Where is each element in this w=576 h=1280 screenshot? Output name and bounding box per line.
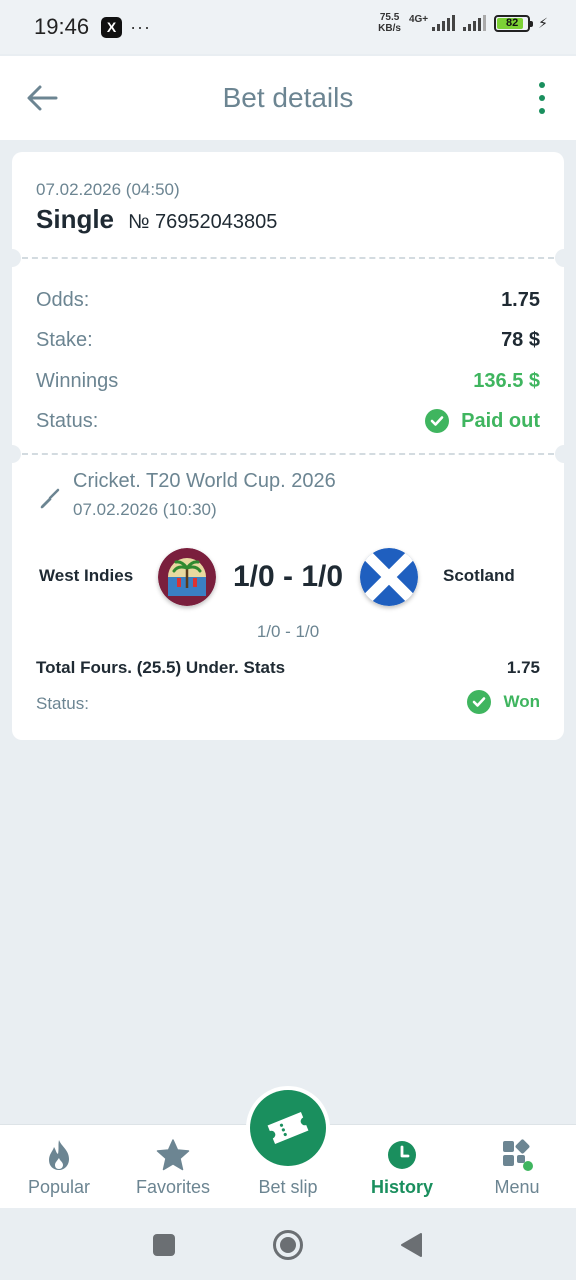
bet-slip-button[interactable] xyxy=(250,1090,326,1166)
back-button[interactable] xyxy=(24,80,60,116)
nav-popular[interactable]: Popular xyxy=(18,1125,100,1209)
status-bar: 19:46 X ··· 75.5 KB/s 4G+ 82 ⚡ xyxy=(0,0,576,54)
west-indies-logo xyxy=(158,548,216,606)
event-title: Cricket. T20 World Cup. 2026 xyxy=(73,470,336,492)
network-type: 4G+ xyxy=(408,13,429,25)
nav-menu-label: Menu xyxy=(494,1177,540,1197)
nav-history[interactable]: History xyxy=(364,1125,440,1209)
nav-bet-slip-label: Bet slip xyxy=(258,1177,318,1197)
page-title: Bet details xyxy=(222,82,354,113)
bet-status-value: Paid out xyxy=(461,409,540,432)
odds-value: 1.75 xyxy=(501,288,540,311)
event-status: Won xyxy=(467,690,540,714)
bet-summary-section: Odds: 1.75 Stake: 78 $ Winnings 136.5 $ … xyxy=(12,258,564,454)
bet-status-label: Status: xyxy=(36,409,99,432)
bet-card: 07.02.2026 (04:50) Single № 76952043805 … xyxy=(3,152,573,740)
nav-history-label: History xyxy=(370,1177,433,1197)
event-date: 07.02.2026 (10:30) xyxy=(73,500,217,519)
clock-icon xyxy=(387,1137,417,1173)
score-detail: 1/0 - 1/0 xyxy=(256,622,320,641)
home-circle-icon xyxy=(273,1230,303,1260)
match-score: 1/0 - 1/0 xyxy=(232,560,344,593)
event-section: Cricket. T20 World Cup. 2026 07.02.2026 … xyxy=(12,454,564,740)
more-options-button[interactable] xyxy=(534,82,550,114)
network-speed: 75.5 KB/s xyxy=(378,12,401,34)
nav-favorites[interactable]: Favorites xyxy=(134,1125,212,1209)
square-icon xyxy=(153,1234,175,1256)
ticket-icon xyxy=(267,1111,309,1145)
stake-value: 78 $ xyxy=(501,328,540,351)
nav-popular-label: Popular xyxy=(27,1177,91,1197)
x-app-icon: X xyxy=(101,16,123,38)
system-navigation-bar xyxy=(0,1208,576,1280)
check-circle-icon xyxy=(467,690,492,714)
team2-name: Scotland xyxy=(443,566,515,585)
nav-menu[interactable]: Menu xyxy=(482,1125,552,1209)
team1-name: West Indies xyxy=(39,566,134,585)
market-name: Total Fours. (25.5) Under. Stats xyxy=(36,658,286,677)
arrow-left-icon xyxy=(27,85,58,111)
home-button[interactable] xyxy=(271,1228,305,1262)
bet-header-section: 07.02.2026 (04:50) Single № 76952043805 xyxy=(12,152,564,258)
recent-apps-button[interactable] xyxy=(147,1228,181,1262)
odds-label: Odds: xyxy=(36,288,90,311)
signal-icon xyxy=(432,15,456,31)
event-status-value: Won xyxy=(503,692,540,711)
cricket-bat-icon xyxy=(38,488,60,515)
stake-label: Stake: xyxy=(36,328,93,351)
flame-icon xyxy=(45,1137,73,1173)
star-icon xyxy=(156,1137,190,1173)
nav-favorites-label: Favorites xyxy=(135,1177,211,1197)
signal-2-icon xyxy=(463,15,487,31)
system-back-button[interactable] xyxy=(394,1228,428,1262)
winnings-label: Winnings xyxy=(36,369,119,392)
bet-date: 07.02.2026 (04:50) xyxy=(36,180,180,199)
event-status-label: Status: xyxy=(36,694,89,713)
scotland-flag-icon xyxy=(360,548,418,606)
more-notifications-icon: ··· xyxy=(130,16,152,37)
battery-icon: 82 xyxy=(494,14,534,32)
triangle-back-icon xyxy=(401,1233,422,1257)
app-header: Bet details xyxy=(0,56,576,140)
grid-menu-icon xyxy=(500,1137,534,1173)
market-odds: 1.75 xyxy=(506,658,540,677)
bet-type: Single xyxy=(36,204,115,234)
status-time: 19:46 xyxy=(34,14,90,39)
bet-number: № 76952043805 xyxy=(128,211,278,233)
charging-icon: ⚡ xyxy=(538,14,548,31)
winnings-value: 136.5 $ xyxy=(473,369,540,392)
check-circle-icon xyxy=(425,409,450,433)
